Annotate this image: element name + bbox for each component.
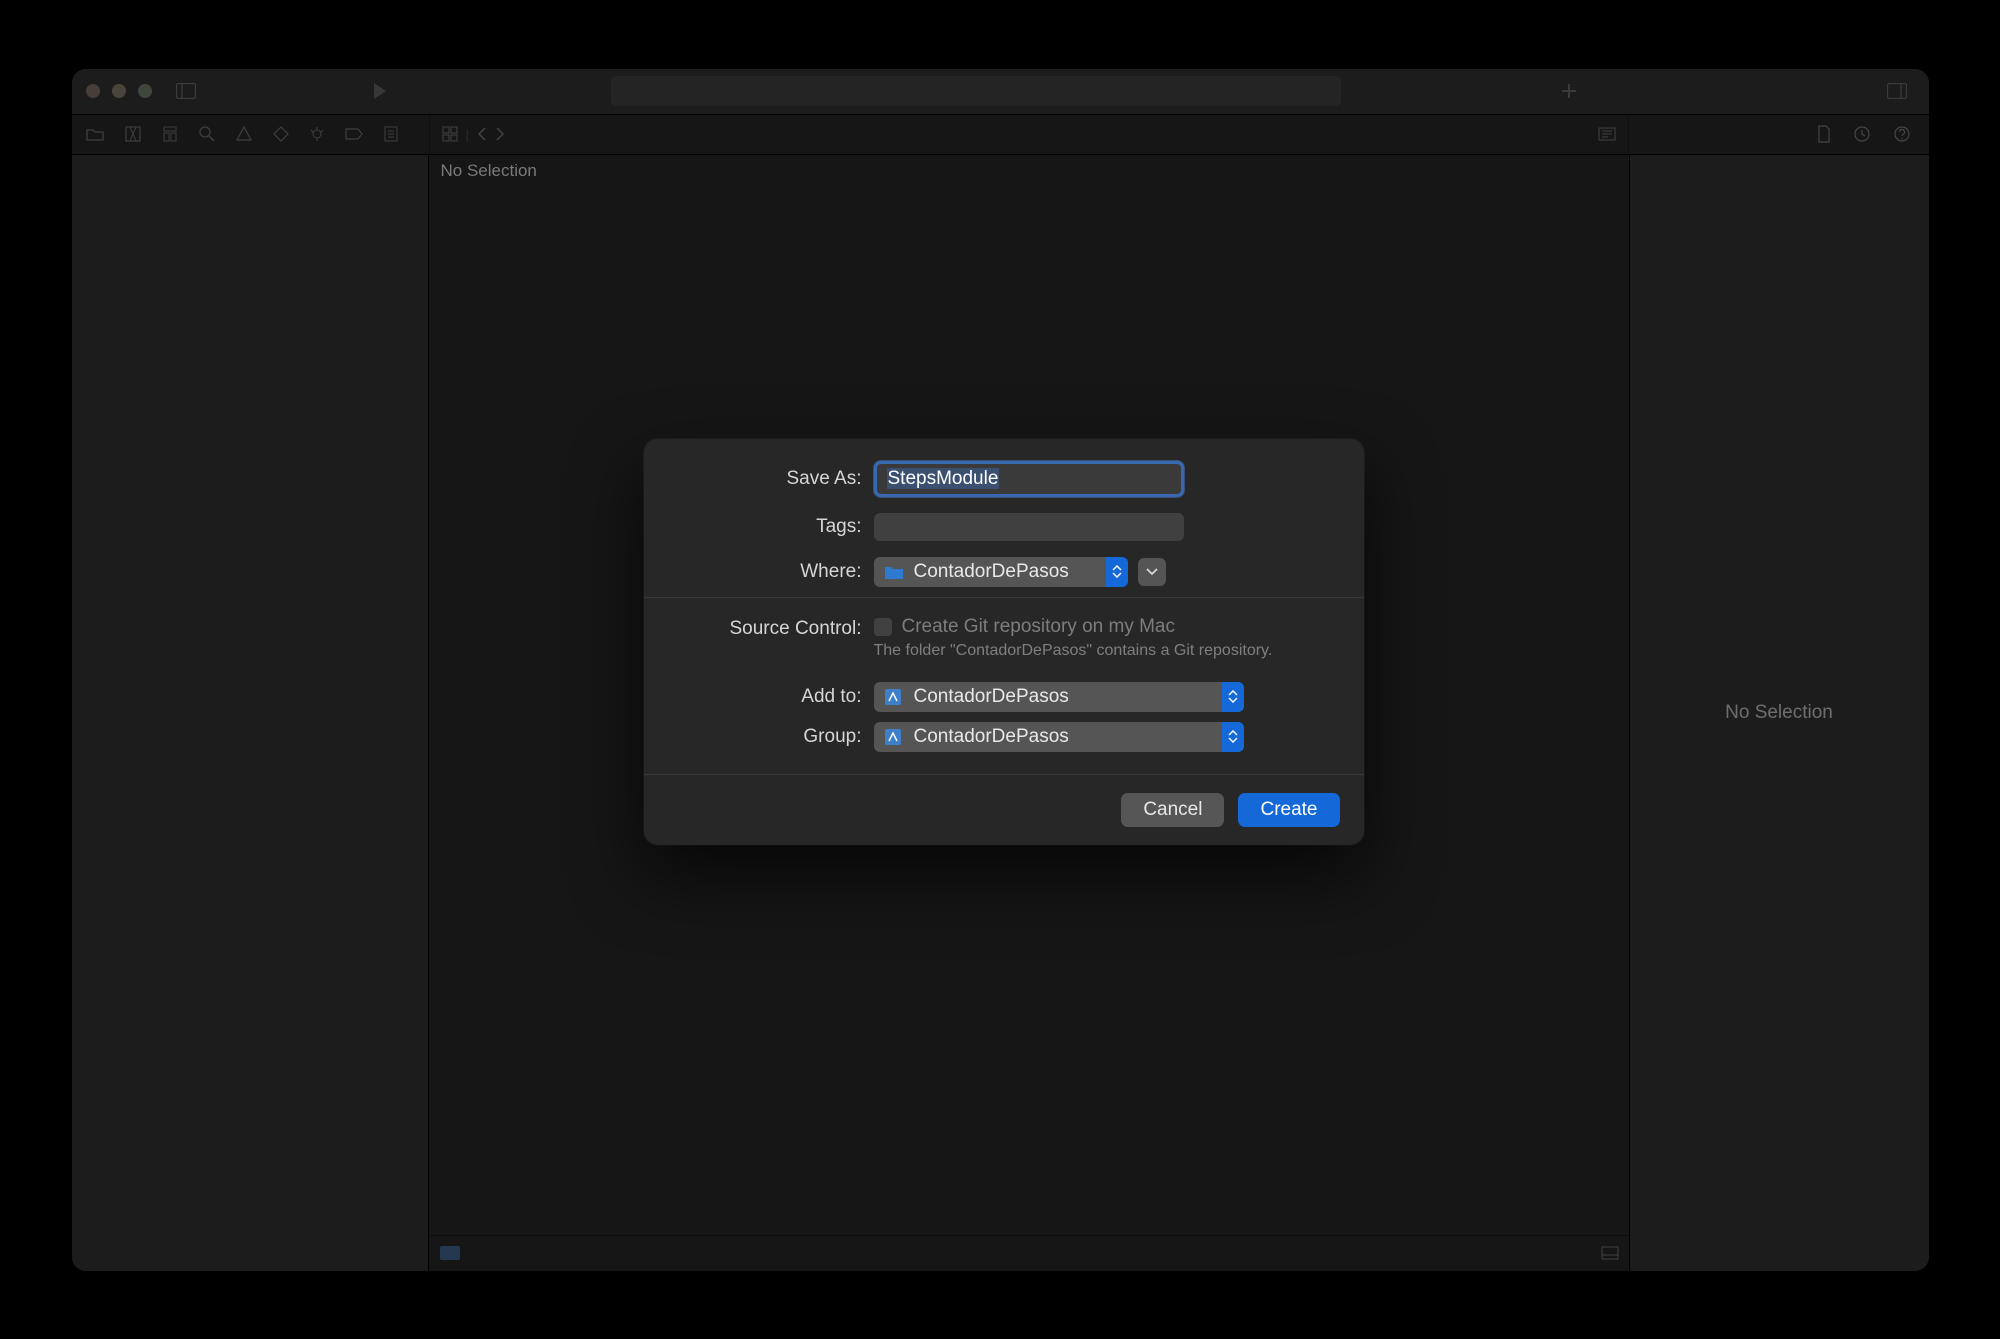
chevron-updown-icon <box>1222 682 1244 712</box>
debug-navigator-icon[interactable] <box>310 126 324 142</box>
where-popup[interactable]: ContadorDePasos <box>874 557 1128 587</box>
project-navigator-icon[interactable] <box>86 127 104 141</box>
save-as-label: Save As: <box>674 468 874 490</box>
related-items-icon[interactable] <box>442 126 458 142</box>
close-window-button[interactable] <box>86 84 100 98</box>
save-as-input[interactable]: StepsModule <box>874 461 1184 497</box>
where-label: Where: <box>674 561 874 583</box>
navigate-forward-icon[interactable] <box>495 127 505 141</box>
traffic-lights <box>86 84 152 98</box>
create-button[interactable]: Create <box>1238 793 1339 827</box>
create-git-label: Create Git repository on my Mac <box>902 616 1175 638</box>
source-control-navigator-icon[interactable] <box>125 126 141 142</box>
inspector-no-selection-label: No Selection <box>1725 702 1833 724</box>
file-inspector-icon[interactable] <box>1817 125 1831 143</box>
titlebar <box>72 69 1929 115</box>
debug-area <box>429 1235 1629 1271</box>
variables-view-icon[interactable] <box>1601 1246 1619 1260</box>
debug-console-icon[interactable] <box>439 1245 461 1261</box>
toggle-navigator-button[interactable] <box>174 79 198 103</box>
group-popup[interactable]: ContadorDePasos <box>874 722 1244 752</box>
history-inspector-icon[interactable] <box>1853 125 1871 143</box>
git-hint-text: The folder "ContadorDePasos" contains a … <box>874 642 1273 660</box>
xcode-project-icon <box>884 688 906 706</box>
library-button[interactable] <box>1887 83 1907 99</box>
chevron-updown-icon <box>1106 557 1128 587</box>
add-tab-icon[interactable] <box>1561 83 1577 99</box>
xcode-window: | No Selection No Selection <box>72 69 1929 1271</box>
xcode-project-icon <box>884 728 906 746</box>
navigate-back-icon[interactable] <box>477 127 487 141</box>
help-inspector-icon[interactable] <box>1893 125 1911 143</box>
zoom-window-button[interactable] <box>138 84 152 98</box>
minimize-window-button[interactable] <box>112 84 126 98</box>
find-navigator-icon[interactable] <box>199 126 215 142</box>
cancel-button[interactable]: Cancel <box>1121 793 1224 827</box>
run-button[interactable] <box>368 79 392 103</box>
group-label: Group: <box>674 726 874 748</box>
chevron-updown-icon <box>1222 722 1244 752</box>
inspector-pane: No Selection <box>1629 155 1929 1271</box>
folder-icon <box>884 563 906 581</box>
editor-options-icon[interactable] <box>1598 127 1616 141</box>
report-navigator-icon[interactable] <box>384 126 398 142</box>
tags-label: Tags: <box>674 516 874 538</box>
expand-save-dialog-button[interactable] <box>1138 558 1166 586</box>
tags-input[interactable] <box>874 513 1184 541</box>
add-to-label: Add to: <box>674 686 874 708</box>
add-to-popup[interactable]: ContadorDePasos <box>874 682 1244 712</box>
test-navigator-icon[interactable] <box>273 126 289 142</box>
issue-navigator-icon[interactable] <box>236 126 252 142</box>
source-control-label: Source Control: <box>674 616 874 640</box>
create-git-checkbox[interactable] <box>874 618 892 636</box>
navigator-pane <box>72 155 429 1271</box>
symbol-navigator-icon[interactable] <box>162 126 178 142</box>
subtoolbar: | <box>72 115 1929 155</box>
editor-jump-bar: No Selection <box>429 155 1629 185</box>
save-dialog: Save As: StepsModule Tags: Where: Contad <box>644 439 1364 845</box>
breakpoint-navigator-icon[interactable] <box>345 128 363 140</box>
scheme-status-bar[interactable] <box>611 76 1341 106</box>
